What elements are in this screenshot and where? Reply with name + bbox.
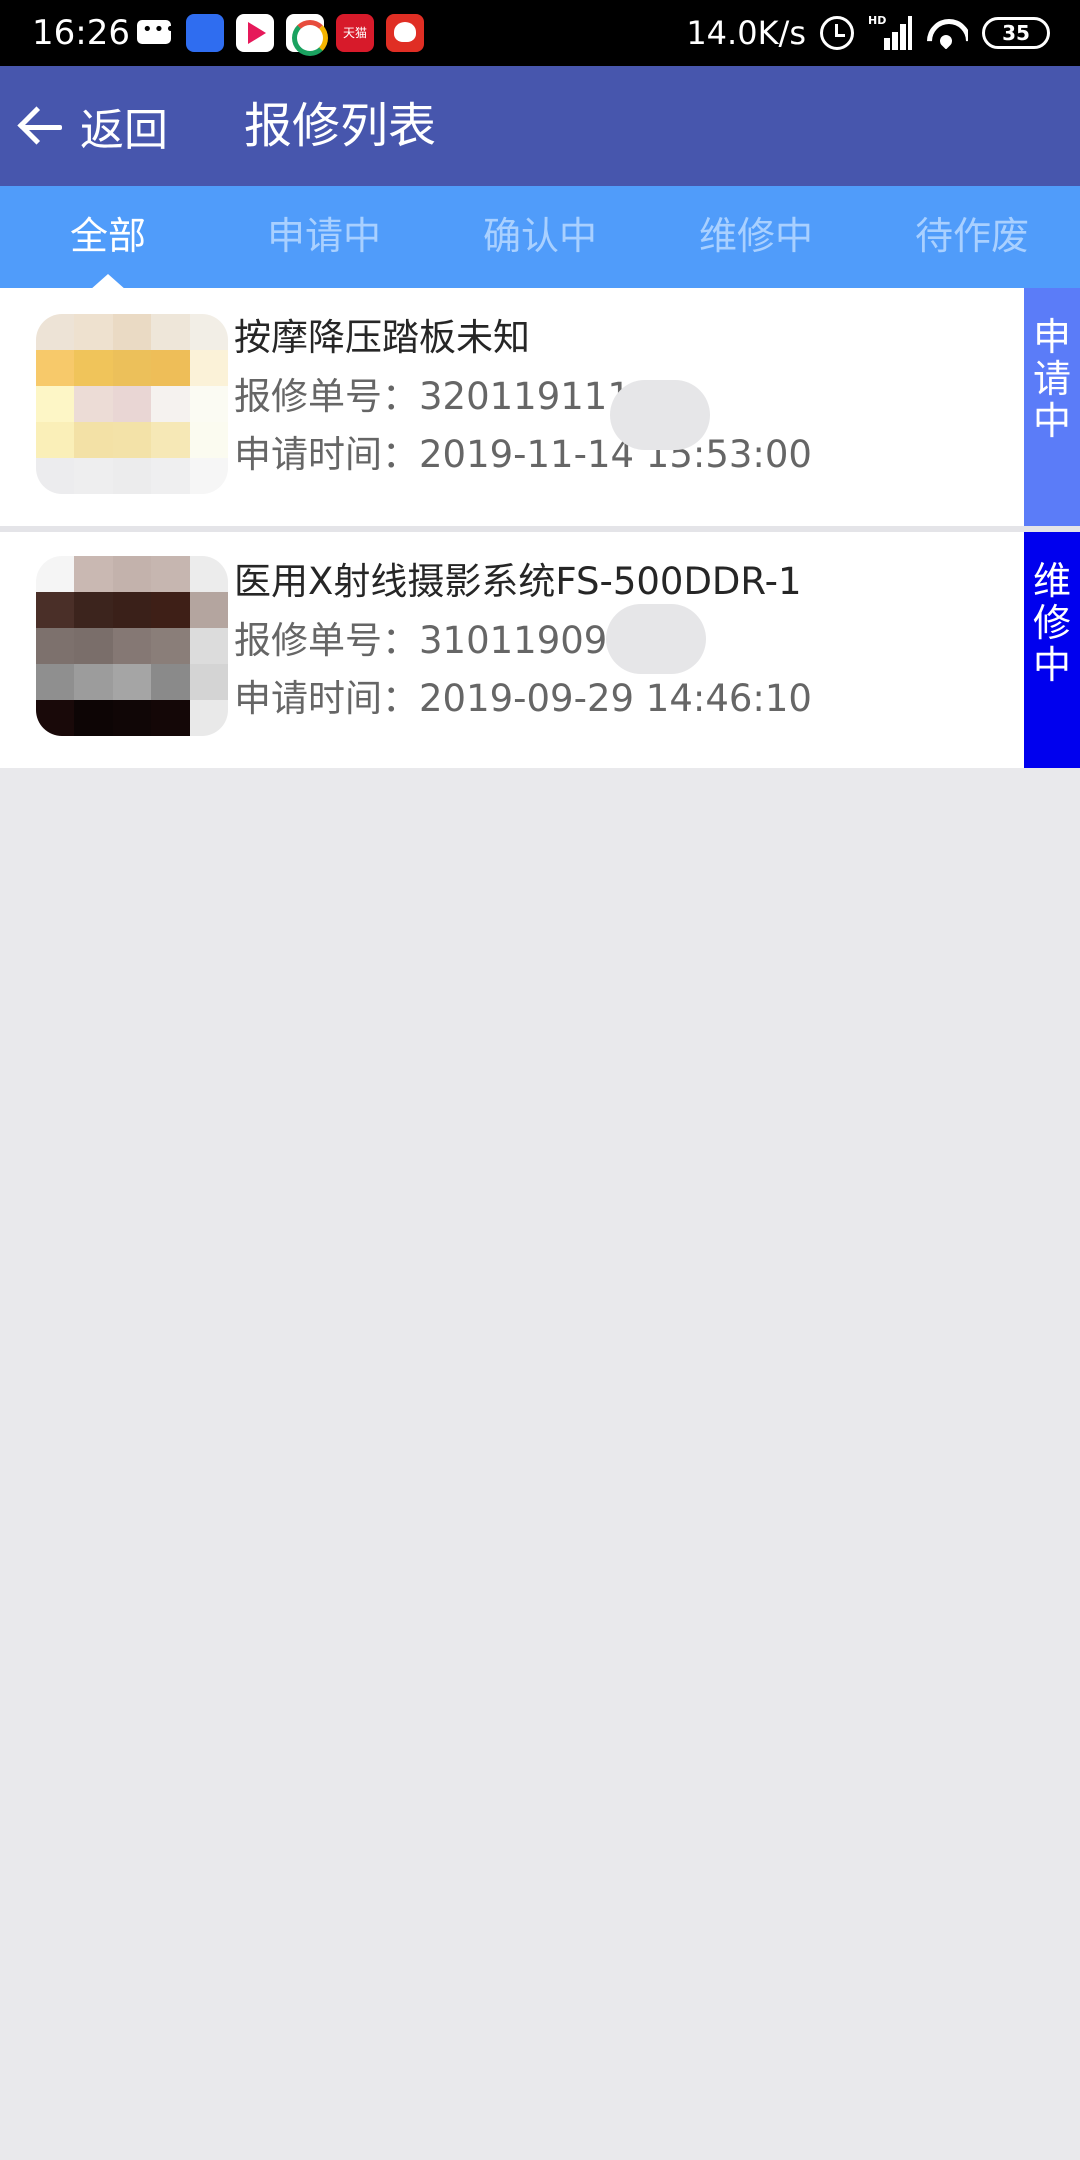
browser-icon <box>286 14 328 56</box>
hd-label: HD <box>868 14 887 27</box>
video-icon <box>236 14 274 52</box>
tab-repairing[interactable]: 维修中 <box>648 186 864 288</box>
tab-void[interactable]: 待作废 <box>864 186 1080 288</box>
redaction-blur <box>606 604 706 674</box>
wifi-icon <box>926 17 968 49</box>
status-badge: 申请中 <box>1024 288 1080 526</box>
list-item[interactable]: 医用X射线摄影系统FS-500DDR-1 报修单号：3101190929 申请时… <box>0 532 1080 768</box>
item-thumbnail <box>36 314 228 494</box>
signal-icon: HD <box>868 14 912 50</box>
item-name: 医用X射线摄影系统FS-500DDR-1 <box>234 560 802 603</box>
apply-time: 申请时间：2019-09-29 14:46:10 <box>234 677 812 720</box>
back-arrow-icon <box>18 106 66 146</box>
alarm-icon <box>820 16 854 50</box>
back-label: 返回 <box>80 105 168 156</box>
item-name: 按摩降压踏板未知 <box>234 316 530 359</box>
tab-all[interactable]: 全部 <box>0 186 216 290</box>
message-icon <box>136 14 177 52</box>
status-time: 16:26 <box>32 13 130 53</box>
list-item[interactable]: 按摩降压踏板未知 报修单号：3201191111 申请时间：2019-11-14… <box>0 288 1080 526</box>
status-tabs: 全部 申请中 确认中 维修中 待作废 <box>0 186 1080 290</box>
status-badge: 维修中 <box>1024 532 1080 768</box>
apply-time: 申请时间：2019-11-14 15:53:00 <box>234 433 812 476</box>
tab-applying[interactable]: 申请中 <box>216 186 432 288</box>
tmall-icon: 天猫 <box>336 14 374 52</box>
app-header: 返回 报修列表 <box>0 66 1080 186</box>
tab-confirming[interactable]: 确认中 <box>432 186 648 288</box>
repair-list: 按摩降压踏板未知 报修单号：3201191111 申请时间：2019-11-14… <box>0 288 1080 768</box>
status-indicators: 14.0K/s HD 35 <box>686 10 1050 56</box>
item-text: 按摩降压踏板未知 报修单号：3201191111 申请时间：2019-11-14… <box>234 308 812 484</box>
item-thumbnail <box>36 556 228 736</box>
order-number: 报修单号：3201191111 <box>234 375 655 418</box>
redaction-blur <box>610 380 710 450</box>
battery-icon: 35 <box>982 17 1050 49</box>
network-speed: 14.0K/s <box>686 14 806 52</box>
order-number: 报修单号：3101190929 <box>234 619 655 662</box>
notification-icons: 天猫 <box>136 14 424 56</box>
pinduoduo-icon <box>386 14 424 52</box>
page-title: 报修列表 <box>244 98 437 154</box>
status-bar: 16:26 天猫 14.0K/s HD 35 <box>0 0 1080 66</box>
item-text: 医用X射线摄影系统FS-500DDR-1 报修单号：3101190929 申请时… <box>234 552 812 728</box>
baidu-icon <box>186 14 224 52</box>
back-button[interactable]: 返回 <box>18 66 168 186</box>
